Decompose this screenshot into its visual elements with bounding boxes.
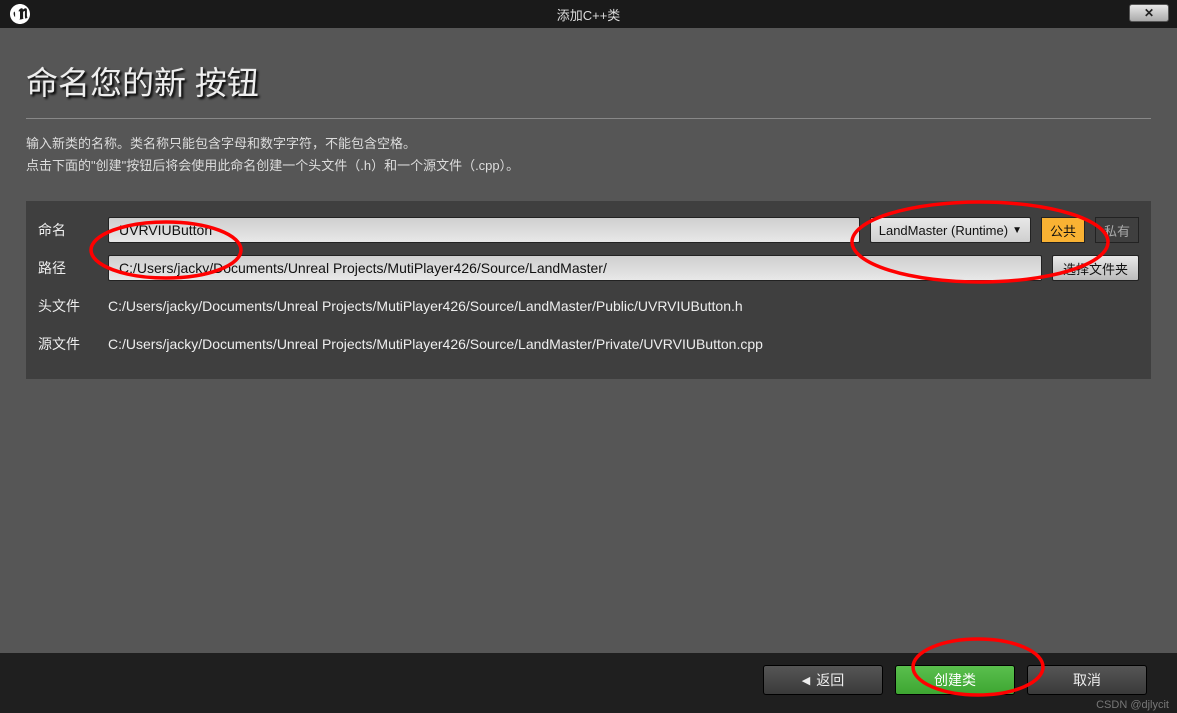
browse-folder-button[interactable]: 选择文件夹 — [1052, 255, 1139, 281]
source-file-row: 源文件 C:/Users/jacky/Documents/Unreal Proj… — [38, 325, 1139, 363]
form-panel: 命名 LandMaster (Runtime) ▼ 公共 私有 路径 选择文件夹… — [26, 201, 1151, 379]
page-title: 命名您的新 按钮 — [26, 58, 1151, 104]
description: 输入新类的名称。类名称只能包含字母和数字字符，不能包含空格。 点击下面的"创建"… — [26, 133, 1151, 177]
source-file-label: 源文件 — [38, 334, 98, 354]
path-input[interactable] — [108, 255, 1042, 281]
name-row: 命名 LandMaster (Runtime) ▼ 公共 私有 — [38, 211, 1139, 249]
chevron-left-icon: ◀ — [802, 674, 810, 687]
source-file-path: C:/Users/jacky/Documents/Unreal Projects… — [108, 336, 763, 352]
titlebar: 添加C++类 ✕ — [0, 0, 1177, 28]
path-label: 路径 — [38, 258, 98, 278]
header-file-label: 头文件 — [38, 296, 98, 316]
visibility-private-button[interactable]: 私有 — [1095, 217, 1139, 243]
back-button[interactable]: ◀ 返回 — [763, 665, 883, 695]
class-name-input[interactable] — [108, 217, 860, 243]
chevron-down-icon: ▼ — [1012, 225, 1022, 236]
divider — [26, 118, 1151, 119]
close-icon: ✕ — [1144, 6, 1154, 20]
header-file-row: 头文件 C:/Users/jacky/Documents/Unreal Proj… — [38, 287, 1139, 325]
content-area: 命名您的新 按钮 输入新类的名称。类名称只能包含字母和数字字符，不能包含空格。 … — [0, 28, 1177, 713]
module-dropdown[interactable]: LandMaster (Runtime) ▼ — [870, 217, 1031, 243]
description-line2: 点击下面的"创建"按钮后将会使用此命名创建一个头文件（.h）和一个源文件（.cp… — [26, 155, 1151, 177]
name-label: 命名 — [38, 220, 98, 240]
module-selected-label: LandMaster (Runtime) — [879, 223, 1008, 238]
header-file-path: C:/Users/jacky/Documents/Unreal Projects… — [108, 298, 743, 314]
cancel-button[interactable]: 取消 — [1027, 665, 1147, 695]
back-button-label: 返回 — [816, 670, 844, 690]
watermark: CSDN @djlycit — [1096, 699, 1169, 711]
unreal-logo-icon — [0, 0, 40, 28]
create-class-button[interactable]: 创建类 — [895, 665, 1015, 695]
path-row: 路径 选择文件夹 — [38, 249, 1139, 287]
footer-bar: ◀ 返回 创建类 取消 CSDN @djlycit — [0, 653, 1177, 713]
visibility-public-button[interactable]: 公共 — [1041, 217, 1085, 243]
close-button[interactable]: ✕ — [1129, 4, 1169, 22]
window-title: 添加C++类 — [557, 5, 621, 24]
description-line1: 输入新类的名称。类名称只能包含字母和数字字符，不能包含空格。 — [26, 133, 1151, 155]
